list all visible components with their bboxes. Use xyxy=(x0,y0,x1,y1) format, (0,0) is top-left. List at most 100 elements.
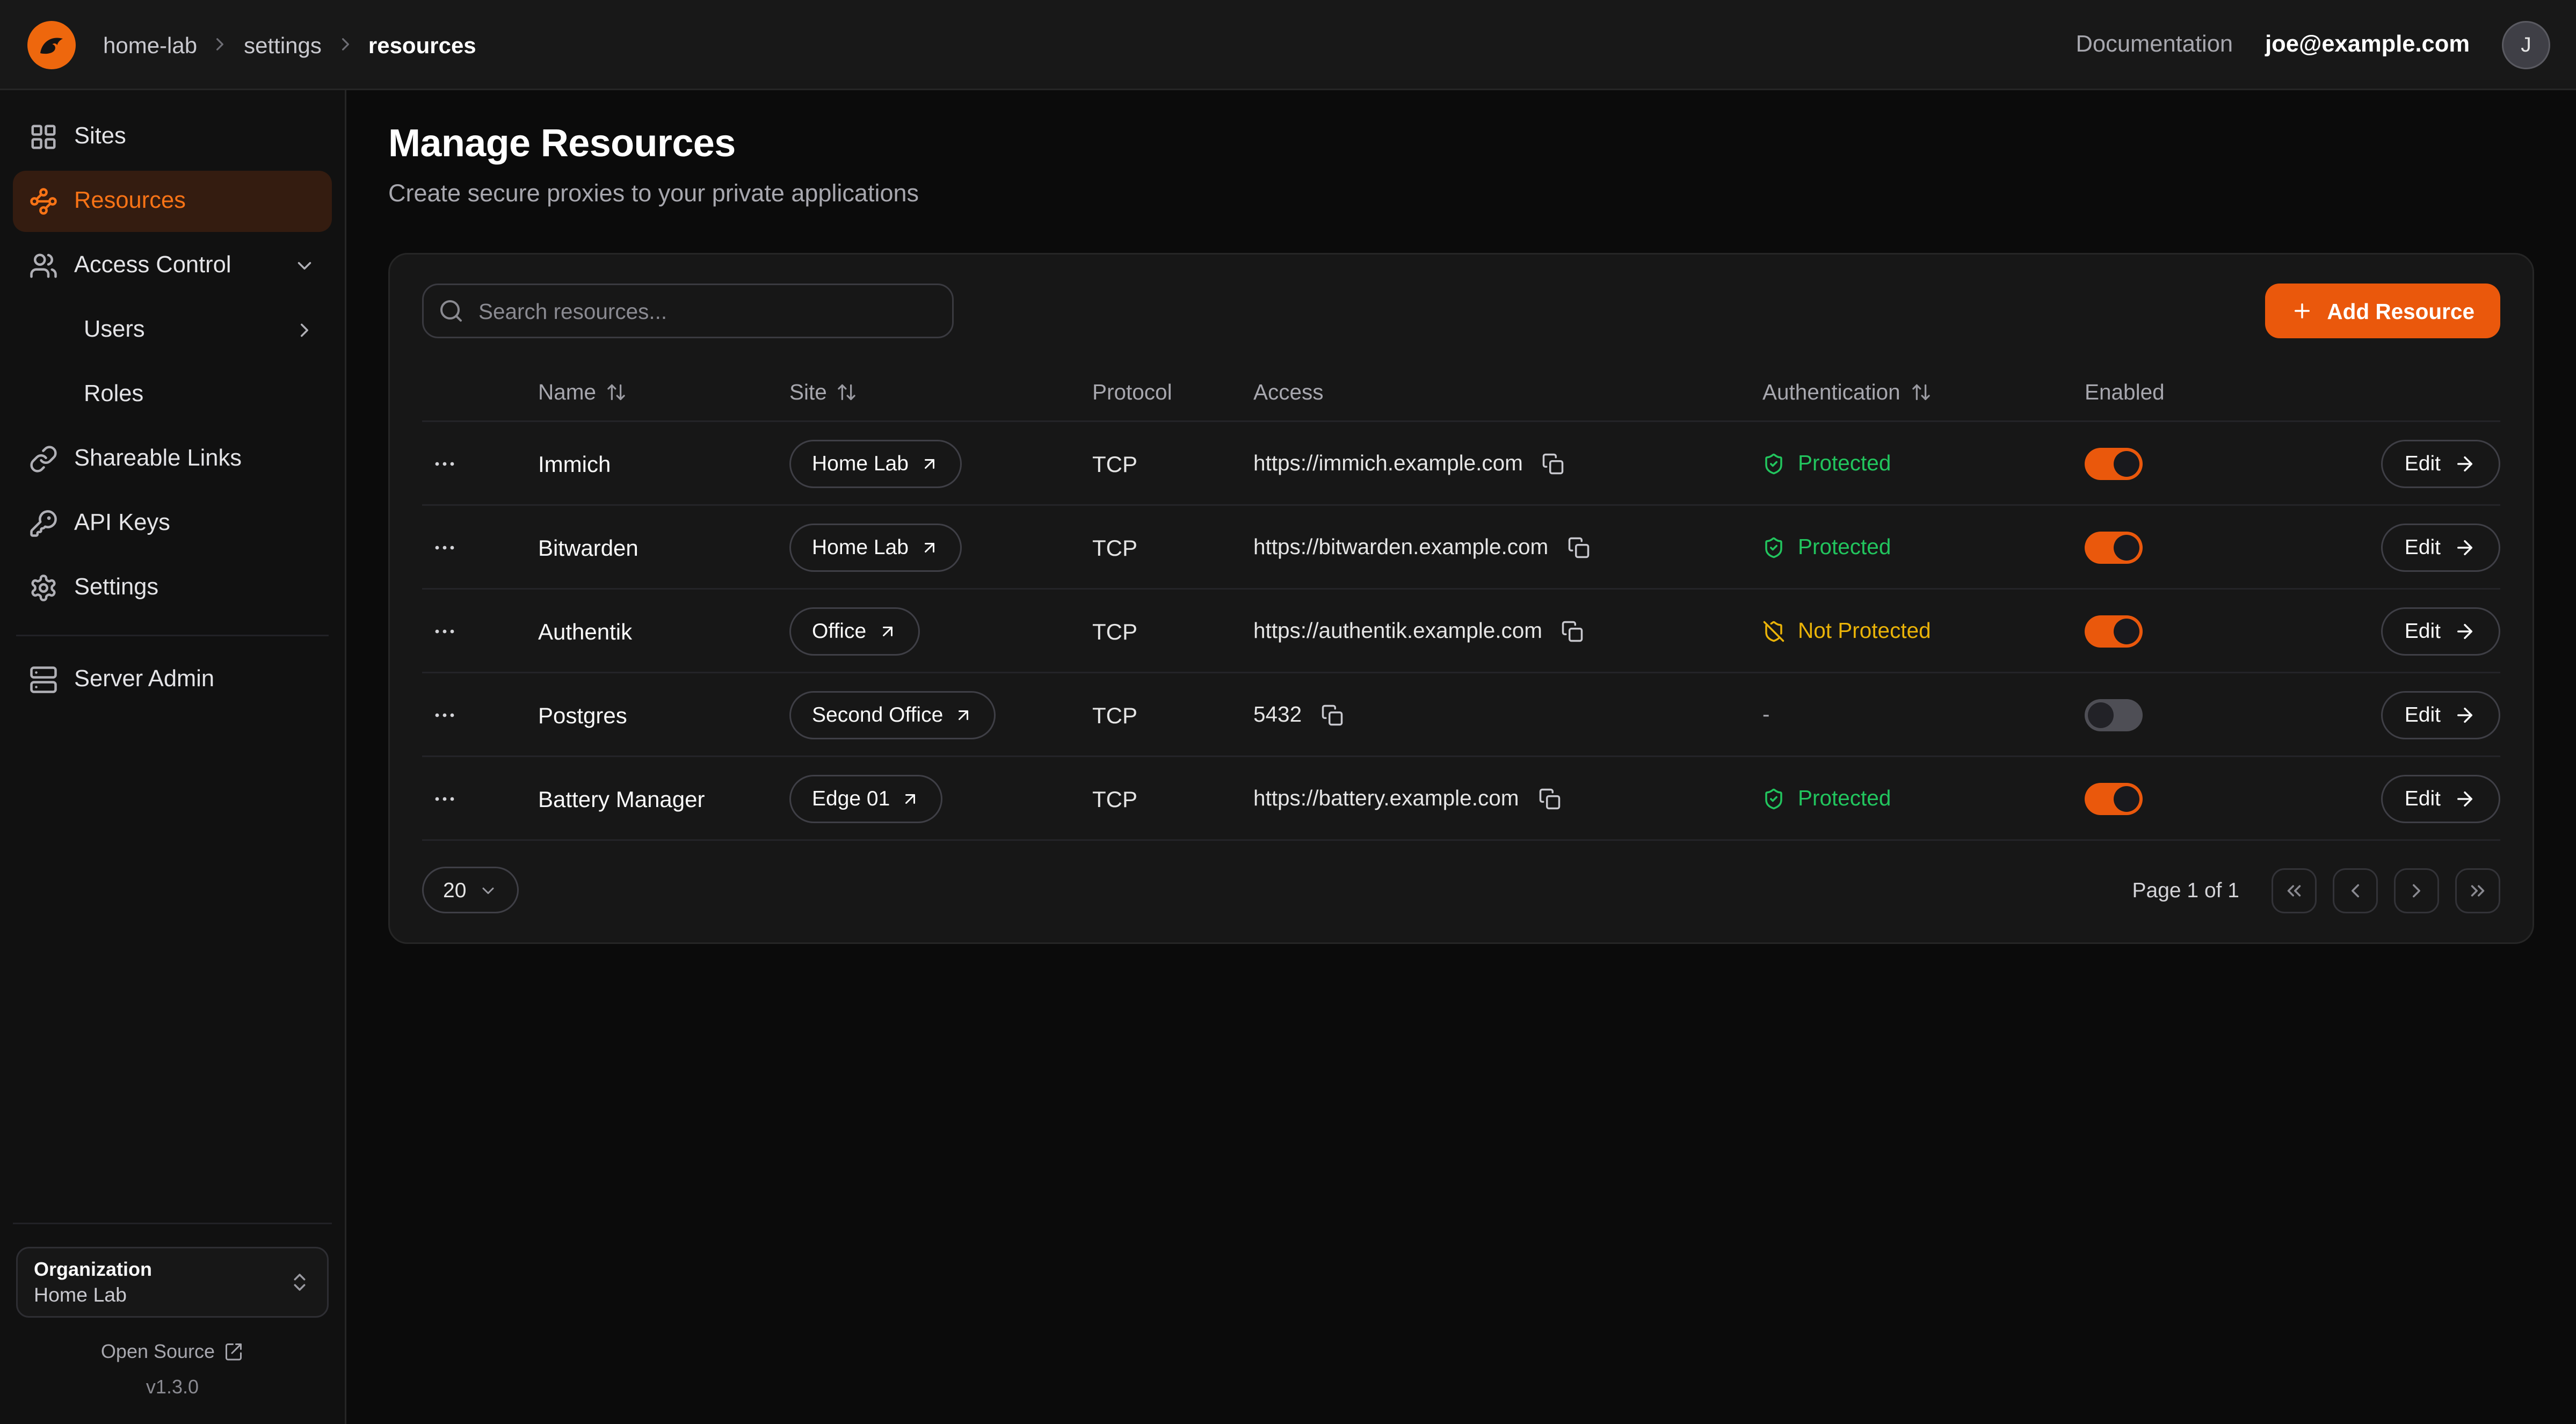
site-link[interactable]: Home Lab xyxy=(789,523,962,571)
sort-icon xyxy=(1910,382,1931,403)
edit-button[interactable]: Edit xyxy=(2381,607,2500,655)
site-name: Office xyxy=(812,619,866,643)
search-input[interactable] xyxy=(422,284,954,338)
row-actions-button[interactable] xyxy=(422,695,467,734)
ellipsis-icon xyxy=(432,451,458,476)
sidebar-item-api-keys[interactable]: API Keys xyxy=(13,493,332,554)
sidebar-item-access-control[interactable]: Access Control xyxy=(13,235,332,296)
enabled-toggle[interactable] xyxy=(2085,531,2143,563)
page-info: Page 1 of 1 xyxy=(2132,878,2240,902)
row-actions-button[interactable] xyxy=(422,528,467,566)
sidebar-item-shareable-links[interactable]: Shareable Links xyxy=(13,428,332,490)
first-page-button[interactable] xyxy=(2272,868,2317,913)
site-link[interactable]: Second Office xyxy=(789,691,996,739)
chevrons-up-down-icon xyxy=(288,1271,311,1294)
toggle-knob xyxy=(2114,618,2139,644)
edit-button[interactable]: Edit xyxy=(2381,523,2500,571)
site-link[interactable]: Office xyxy=(789,607,919,655)
sidebar-item-label: Users xyxy=(84,317,145,343)
documentation-link[interactable]: Documentation xyxy=(2076,32,2233,57)
breadcrumb-separator-icon xyxy=(210,34,231,55)
arrow-right-icon xyxy=(2454,452,2476,475)
users-icon xyxy=(29,251,58,280)
sidebar-item-label: Shareable Links xyxy=(74,446,242,472)
ellipsis-icon xyxy=(432,534,458,560)
resource-protocol: TCP xyxy=(1092,618,1253,644)
app-logo[interactable] xyxy=(26,19,77,70)
enabled-toggle[interactable] xyxy=(2085,782,2143,815)
sort-by-name-button[interactable]: Name xyxy=(538,380,627,404)
shield-check-icon xyxy=(1762,787,1785,810)
search-icon xyxy=(438,298,464,324)
add-resource-button[interactable]: Add Resource xyxy=(2266,284,2500,338)
page-size-value: 20 xyxy=(443,878,466,902)
toggle-knob xyxy=(2114,451,2139,476)
sidebar-item-users[interactable]: Users xyxy=(13,300,332,361)
next-page-button[interactable] xyxy=(2394,868,2439,913)
breadcrumb: home-lab settings resources xyxy=(103,32,476,57)
sidebar-item-sites[interactable]: Sites xyxy=(13,106,332,168)
row-actions-button[interactable] xyxy=(422,779,467,818)
edit-button[interactable]: Edit xyxy=(2381,691,2500,739)
org-selector-value: Home Lab xyxy=(34,1284,127,1306)
grid-icon xyxy=(29,122,58,151)
enabled-toggle[interactable] xyxy=(2085,447,2143,479)
avatar[interactable]: J xyxy=(2502,20,2550,69)
column-header-enabled: Enabled xyxy=(2085,380,2165,404)
resources-panel: Add Resource Name Site xyxy=(388,253,2534,944)
sidebar-item-label: Resources xyxy=(74,188,186,214)
auth-status: - xyxy=(1762,702,1770,726)
breadcrumb-settings[interactable]: settings xyxy=(244,32,322,57)
sort-by-authentication-button[interactable]: Authentication xyxy=(1762,380,1931,404)
link-icon xyxy=(29,445,58,474)
sidebar-item-roles[interactable]: Roles xyxy=(13,364,332,425)
enabled-toggle[interactable] xyxy=(2085,699,2143,731)
main-content: Manage Resources Create secure proxies t… xyxy=(346,90,2576,1424)
resource-protocol: TCP xyxy=(1092,786,1253,811)
copy-button[interactable] xyxy=(1318,700,1347,729)
enabled-toggle[interactable] xyxy=(2085,615,2143,647)
edit-button[interactable]: Edit xyxy=(2381,439,2500,488)
column-header-name: Name xyxy=(538,380,596,404)
copy-button[interactable] xyxy=(1539,449,1568,478)
sort-by-site-button[interactable]: Site xyxy=(789,380,858,404)
column-header-site: Site xyxy=(789,380,827,404)
org-selector[interactable]: Organization Home Lab xyxy=(16,1247,329,1318)
shield-check-icon xyxy=(1762,536,1785,558)
page-size-select[interactable]: 20 xyxy=(422,867,519,913)
breadcrumb-org[interactable]: home-lab xyxy=(103,32,197,57)
site-link[interactable]: Edge 01 xyxy=(789,774,943,823)
copy-button[interactable] xyxy=(1564,533,1593,562)
sidebar: Sites Resources Access Control Users Rol… xyxy=(0,90,346,1424)
arrow-right-icon xyxy=(2454,787,2476,810)
page-subtitle: Create secure proxies to your private ap… xyxy=(388,180,2534,208)
sidebar-item-settings[interactable]: Settings xyxy=(13,557,332,619)
last-page-button[interactable] xyxy=(2455,868,2500,913)
copy-icon xyxy=(1542,452,1565,475)
sidebar-item-server-admin[interactable]: Server Admin xyxy=(13,649,332,710)
chevron-left-icon xyxy=(2344,879,2367,902)
sidebar-item-label: API Keys xyxy=(74,511,170,536)
sidebar-divider xyxy=(16,635,329,636)
copy-button[interactable] xyxy=(1535,784,1564,813)
sidebar-item-resources[interactable]: Resources xyxy=(13,171,332,232)
chevron-down-icon xyxy=(479,881,498,900)
edit-label: Edit xyxy=(2405,702,2441,726)
chevron-right-icon xyxy=(2405,879,2428,902)
table-header: Name Site Protocol Access Authentication xyxy=(422,364,2500,422)
row-actions-button[interactable] xyxy=(422,612,467,650)
access-url: 5432 xyxy=(1253,702,1302,726)
resource-protocol: TCP xyxy=(1092,534,1253,560)
pangolin-logo-icon xyxy=(26,19,77,70)
resource-name: Authentik xyxy=(538,618,789,644)
open-source-link[interactable]: Open Source xyxy=(101,1340,244,1363)
row-actions-button[interactable] xyxy=(422,444,467,483)
chevron-down-icon xyxy=(293,255,316,277)
resource-name: Battery Manager xyxy=(538,786,789,811)
copy-button[interactable] xyxy=(1558,616,1587,645)
site-link[interactable]: Home Lab xyxy=(789,439,962,488)
sidebar-item-label: Server Admin xyxy=(74,667,214,693)
prev-page-button[interactable] xyxy=(2333,868,2378,913)
ellipsis-icon xyxy=(432,786,458,811)
edit-button[interactable]: Edit xyxy=(2381,774,2500,823)
